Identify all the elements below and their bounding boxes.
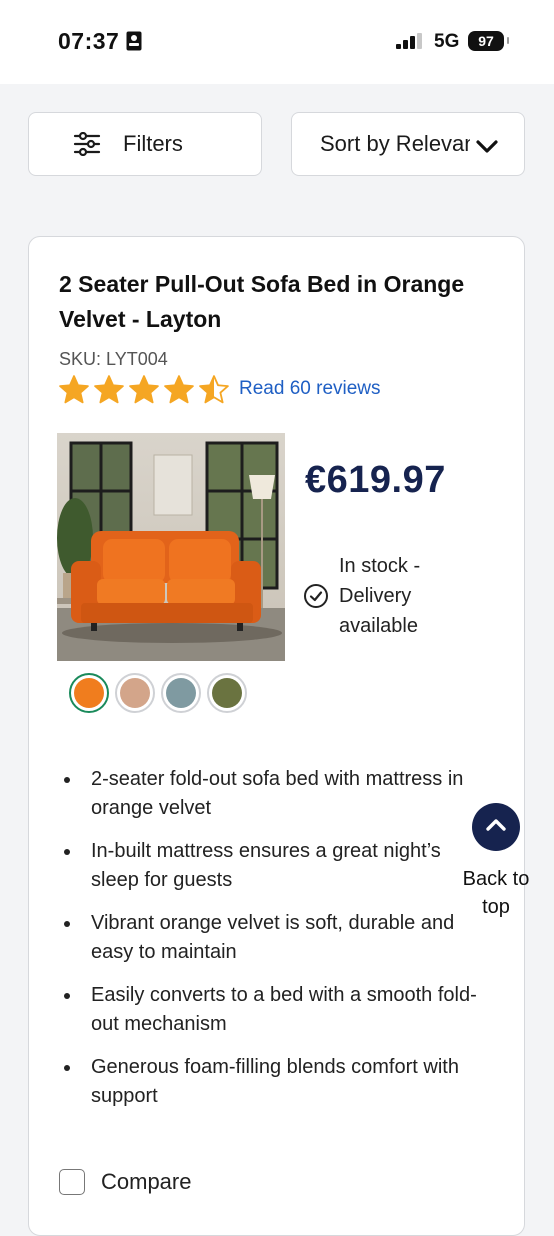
color-swatch[interactable] (161, 673, 201, 713)
signal-icon (396, 33, 426, 54)
product-sku: SKU: LYT004 (59, 349, 168, 369)
star-full-icon (92, 374, 126, 411)
feature-item: Generous foam-filling blends comfort wit… (59, 1053, 489, 1111)
status-bar: 07:37 5G 97 (0, 0, 554, 84)
swatch-color (74, 678, 104, 708)
status-time: 07:37 (58, 28, 120, 54)
star-half-icon (197, 374, 231, 411)
product-image[interactable] (57, 433, 285, 661)
compare-label: Compare (101, 1169, 192, 1194)
swatch-color (166, 678, 196, 708)
stock-text: In stock - Delivery available (339, 555, 421, 637)
star-full-icon (162, 374, 196, 411)
color-swatch[interactable] (115, 673, 155, 713)
sort-dropdown[interactable]: Sort by Relevance (291, 112, 525, 176)
color-swatch[interactable] (207, 673, 247, 713)
product-title[interactable]: 2 Seater Pull-Out Sofa Bed in Orange Vel… (59, 267, 479, 337)
back-to-top-button[interactable] (472, 803, 520, 851)
swatch-color (120, 678, 150, 708)
network-label: 5G (434, 31, 460, 52)
compare-toggle[interactable]: Compare (59, 1169, 191, 1195)
product-card: 2 Seater Pull-Out Sofa Bed in Orange Vel… (28, 236, 525, 1236)
color-swatches (69, 673, 247, 713)
battery-tip (507, 37, 509, 44)
product-price: €619.97 (305, 459, 446, 501)
chevron-down-icon (476, 135, 498, 161)
filter-sliders-icon (73, 132, 101, 156)
feature-item: Vibrant orange velvet is soft, durable a… (59, 909, 489, 967)
star-full-icon (57, 374, 91, 411)
compare-checkbox[interactable] (59, 1169, 85, 1195)
back-to-top[interactable]: Back to top (456, 803, 536, 921)
back-to-top-label: Back to top (462, 868, 530, 918)
color-swatch[interactable] (69, 673, 109, 713)
filters-button[interactable]: Filters (28, 112, 262, 176)
stock-status: In stock - Delivery available (303, 551, 449, 641)
feature-item: In-built mattress ensures a great night’… (59, 837, 489, 895)
rating-stars (57, 374, 231, 411)
feature-list: 2-seater fold-out sofa bed with mattress… (59, 765, 489, 1125)
star-full-icon (127, 374, 161, 411)
id-badge-icon (126, 31, 142, 56)
feature-item: 2-seater fold-out sofa bed with mattress… (59, 765, 489, 823)
sort-label: Sort by Relevance (320, 131, 470, 156)
read-reviews-link[interactable]: Read 60 reviews (239, 378, 381, 400)
check-circle-icon (303, 583, 329, 641)
filters-label: Filters (123, 131, 183, 156)
chevron-up-icon (485, 817, 507, 838)
battery-indicator: 97 (468, 31, 504, 51)
feature-item: Easily converts to a bed with a smooth f… (59, 981, 489, 1039)
swatch-color (212, 678, 242, 708)
